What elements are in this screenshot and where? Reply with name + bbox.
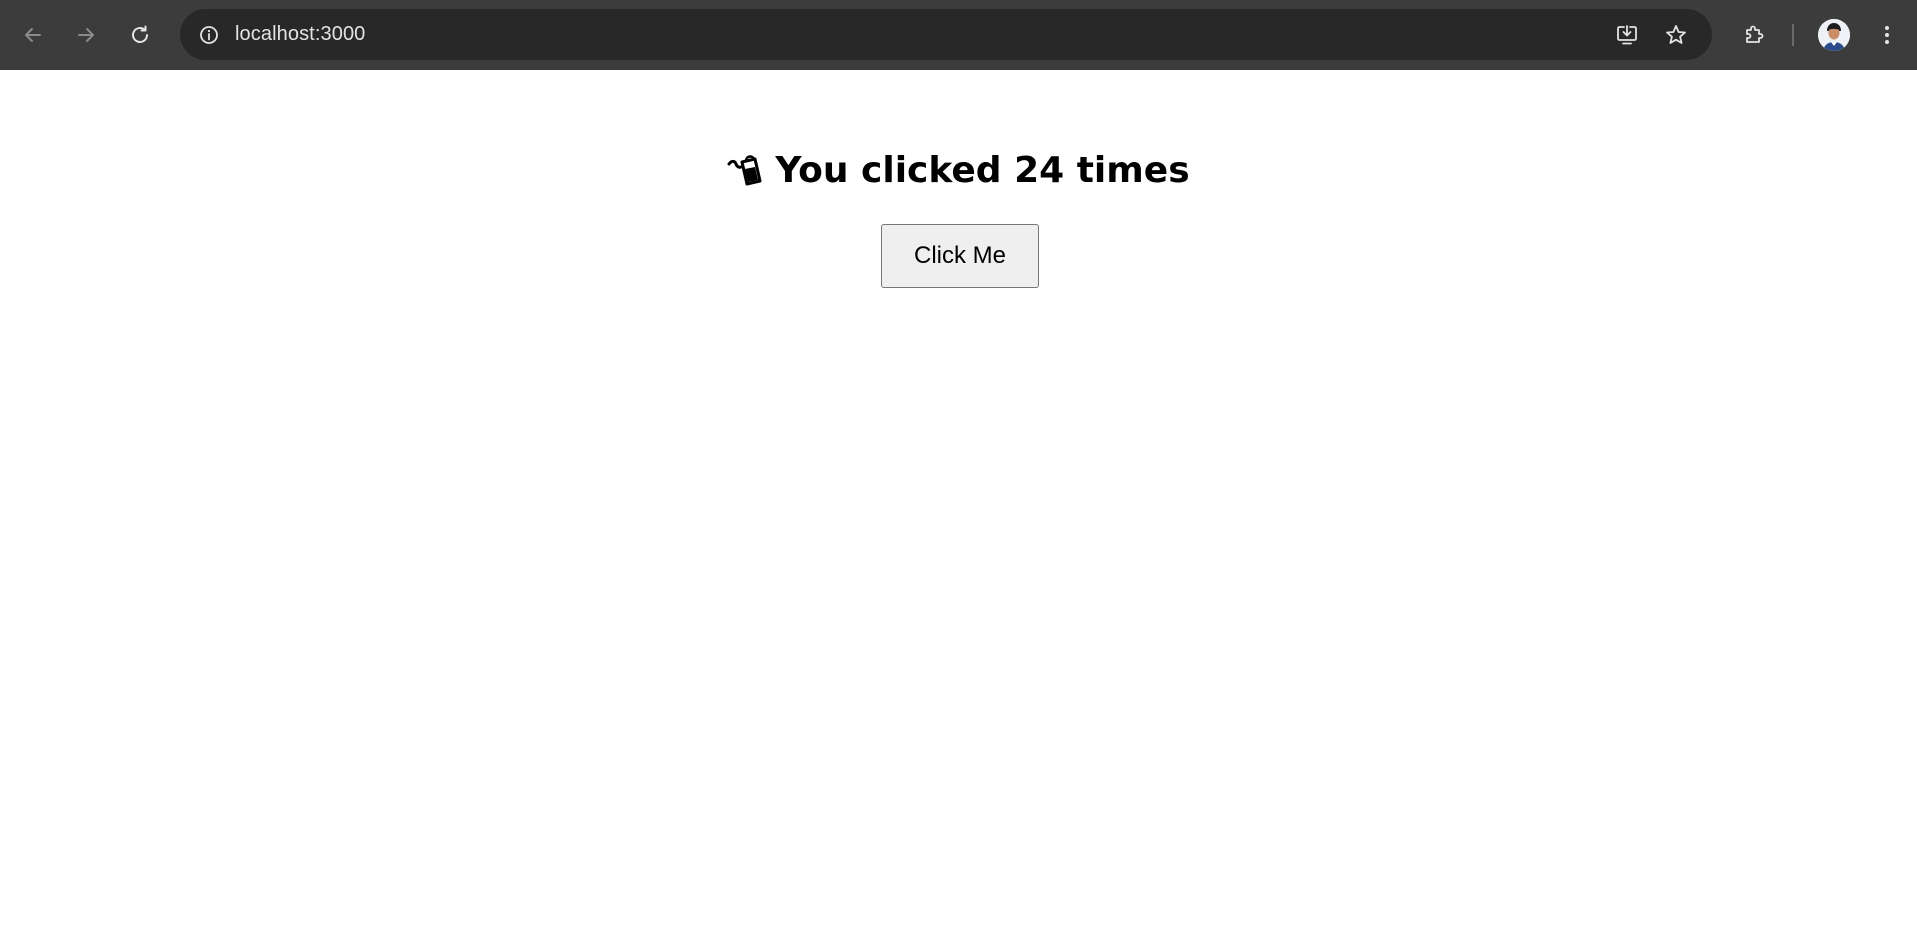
- info-icon: [200, 26, 218, 44]
- browser-menu-button[interactable]: [1867, 15, 1907, 55]
- back-button[interactable]: [13, 15, 53, 55]
- page-title: You clicked 24 times: [0, 150, 1917, 195]
- install-app-icon: [1617, 25, 1637, 45]
- reload-button[interactable]: [120, 15, 160, 55]
- kebab-menu-icon: [1885, 26, 1889, 44]
- avatar[interactable]: [1818, 19, 1850, 51]
- site-info-button[interactable]: [192, 18, 226, 52]
- toolbar-divider: [1792, 24, 1794, 46]
- star-icon: [1666, 25, 1686, 44]
- page-content: You clicked 24 times Click Me: [0, 70, 1917, 941]
- url-text[interactable]: localhost:3000: [235, 23, 365, 46]
- bookmark-button[interactable]: [1658, 17, 1694, 53]
- address-bar[interactable]: localhost:3000: [180, 9, 1712, 60]
- install-app-button[interactable]: [1609, 17, 1645, 53]
- click-me-button[interactable]: Click Me: [881, 224, 1039, 288]
- forward-button[interactable]: [66, 15, 106, 55]
- arrow-left-icon: [25, 28, 41, 42]
- extensions-button[interactable]: [1734, 15, 1774, 55]
- shopping-bag-icon: [727, 150, 767, 195]
- puzzle-icon: [1746, 25, 1764, 43]
- arrow-right-icon: [78, 28, 94, 42]
- profile-picture: [1818, 19, 1850, 51]
- reload-icon: [132, 25, 148, 43]
- browser-toolbar: localhost:3000: [0, 0, 1917, 70]
- click-count-text: You clicked 24 times: [775, 150, 1190, 191]
